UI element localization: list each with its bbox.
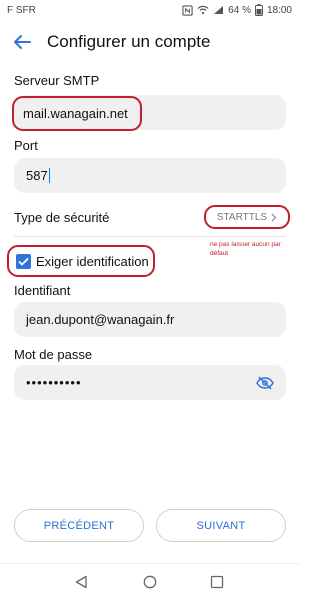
password-value: •••••••••• — [26, 375, 82, 390]
nav-home-icon[interactable] — [143, 575, 157, 589]
app-bar: Configurer un compte — [0, 22, 300, 62]
password-field[interactable]: •••••••••• — [14, 365, 286, 400]
security-type-label: Type de sécurité — [14, 210, 110, 225]
require-auth-checkbox[interactable] — [16, 253, 31, 269]
nav-back-icon[interactable] — [74, 575, 88, 589]
text-cursor — [48, 168, 50, 183]
eye-off-icon[interactable] — [256, 375, 274, 390]
status-bar: F SFR 64 % 18:00 — [0, 0, 300, 22]
battery-percent: 64 % — [228, 4, 251, 16]
divider — [14, 236, 286, 237]
battery-icon — [254, 4, 263, 16]
smtp-server-value: mail.wanagain.net — [23, 106, 128, 121]
annotation-note: ne pas laisser aucun par défaut — [210, 241, 281, 257]
username-value: jean.dupont@wanagain.fr — [26, 312, 175, 327]
username-field[interactable]: jean.dupont@wanagain.fr — [14, 302, 286, 337]
next-button[interactable]: SUIVANT — [156, 509, 286, 542]
nav-recents-icon[interactable] — [210, 575, 224, 589]
previous-button[interactable]: PRÉCÉDENT — [14, 509, 144, 542]
username-label: Identifiant — [14, 283, 71, 298]
wifi-icon — [197, 5, 209, 15]
chevron-right-icon — [271, 213, 277, 221]
smtp-server-label: Serveur SMTP — [14, 73, 100, 88]
system-nav-bar — [0, 563, 300, 601]
port-label: Port — [14, 138, 38, 153]
status-icons: 64 % 18:00 — [182, 4, 292, 16]
password-label: Mot de passe — [14, 347, 93, 362]
arrow-left-icon[interactable] — [10, 30, 34, 54]
page-title: Configurer un compte — [47, 32, 211, 51]
carrier-label: F SFR — [7, 5, 36, 16]
port-value: 587 — [26, 168, 48, 183]
signal-icon — [214, 6, 224, 14]
security-type-select[interactable]: STARTTLS — [204, 205, 290, 229]
require-auth-label: Exiger identification — [36, 253, 149, 269]
clock: 18:00 — [266, 4, 292, 16]
require-auth-checkbox-row[interactable]: Exiger identification — [7, 245, 155, 277]
checkmark-icon — [18, 257, 29, 266]
nfc-icon — [182, 4, 193, 16]
security-type-value: STARTTLS — [216, 211, 268, 223]
port-field[interactable]: 587 — [14, 158, 286, 193]
